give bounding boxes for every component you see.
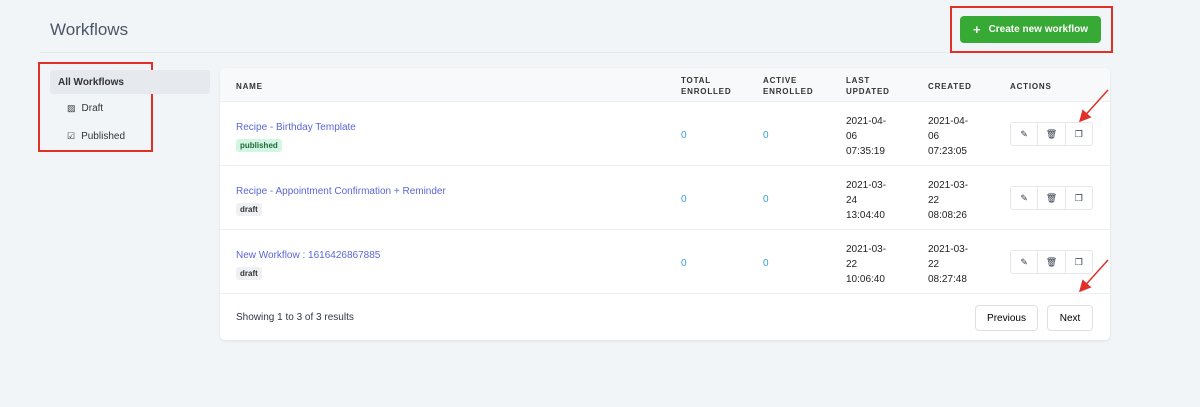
created-date: 2021-03- 22 08:27:48 [928,244,969,285]
page-title: Workflows [50,20,129,39]
col-active-enrolled: ACTIVE ENROLLED [763,76,814,96]
table-row: Recipe - Appointment Confirmation + Remi… [220,166,1110,230]
sidebar-item-all-workflows[interactable]: All Workflows [50,70,210,94]
status-badge: draft [236,203,262,216]
copy-icon[interactable]: ❐ [1066,187,1092,209]
published-icon: ☑ [67,131,76,141]
next-button[interactable]: Next [1047,305,1093,331]
edit-icon[interactable]: ✎ [1011,251,1039,273]
edit-icon[interactable]: ✎ [1011,123,1039,145]
workflow-name-link[interactable]: Recipe - Appointment Confirmation + Remi… [236,186,446,197]
create-label: Create new workflow [988,24,1089,35]
total-enrolled[interactable]: 0 [681,258,687,269]
last-updated: 2021-03- 24 13:04:40 [846,180,887,221]
col-total-enrolled: TOTAL ENROLLED [681,76,732,96]
workflow-name-link[interactable]: Recipe - Birthday Template [236,122,356,133]
total-enrolled[interactable]: 0 [681,130,687,141]
row-actions: ✎ 🗑 ❐ [1010,250,1093,274]
last-updated: 2021-03- 22 10:06:40 [846,244,887,285]
table-header: NAME TOTAL ENROLLED ACTIVE ENROLLED LAST UP… [220,68,1110,102]
table-row: Recipe - Birthday Template published 0 0… [220,102,1110,166]
table-row: New Workflow : 1616426867885 draft 0 0 2… [220,230,1110,294]
workflows-table: NAME TOTAL ENROLLED ACTIVE ENROLLED LAST UP… [220,68,1110,340]
status-badge: published [236,139,282,152]
active-enrolled[interactable]: 0 [763,258,769,269]
plus-icon: + [972,22,981,37]
trash-icon[interactable]: 🗑 [1038,251,1066,273]
trash-icon[interactable]: 🗑 [1038,187,1066,209]
sidebar-item-published[interactable]: ☑ Published [67,131,125,142]
last-updated: 2021-04- 06 07:35:19 [846,116,887,157]
sidebar-label: Published [81,131,125,142]
sidebar-label: All Workflows [58,76,124,88]
sidebar-item-draft[interactable]: ▨ Draft [67,103,103,114]
active-enrolled[interactable]: 0 [763,130,769,141]
created-date: 2021-03- 22 08:08:26 [928,180,969,221]
edit-icon[interactable]: ✎ [1011,187,1039,209]
total-enrolled[interactable]: 0 [681,194,687,205]
col-actions: ACTIONS [1010,82,1052,91]
col-created: CREATED [928,82,972,91]
trash-icon[interactable]: 🗑 [1038,123,1066,145]
row-actions: ✎ 🗑 ❐ [1010,122,1093,146]
copy-icon[interactable]: ❐ [1066,251,1092,273]
active-enrolled[interactable]: 0 [763,194,769,205]
previous-button[interactable]: Previous [975,305,1038,331]
col-name: NAME [236,82,263,91]
row-actions: ✎ 🗑 ❐ [1010,186,1093,210]
copy-icon[interactable]: ❐ [1066,123,1092,145]
draft-icon: ▨ [67,103,76,113]
status-badge: draft [236,267,262,280]
create-workflow-button[interactable]: + Create new workflow [960,16,1101,43]
sidebar-label: Draft [81,103,104,114]
col-last-updated: LAST UPDATED [846,76,890,96]
results-summary: Showing 1 to 3 of 3 results [236,312,354,323]
created-date: 2021-04- 06 07:23:05 [928,116,969,157]
workflow-name-link[interactable]: New Workflow : 1616426867885 [236,250,380,261]
